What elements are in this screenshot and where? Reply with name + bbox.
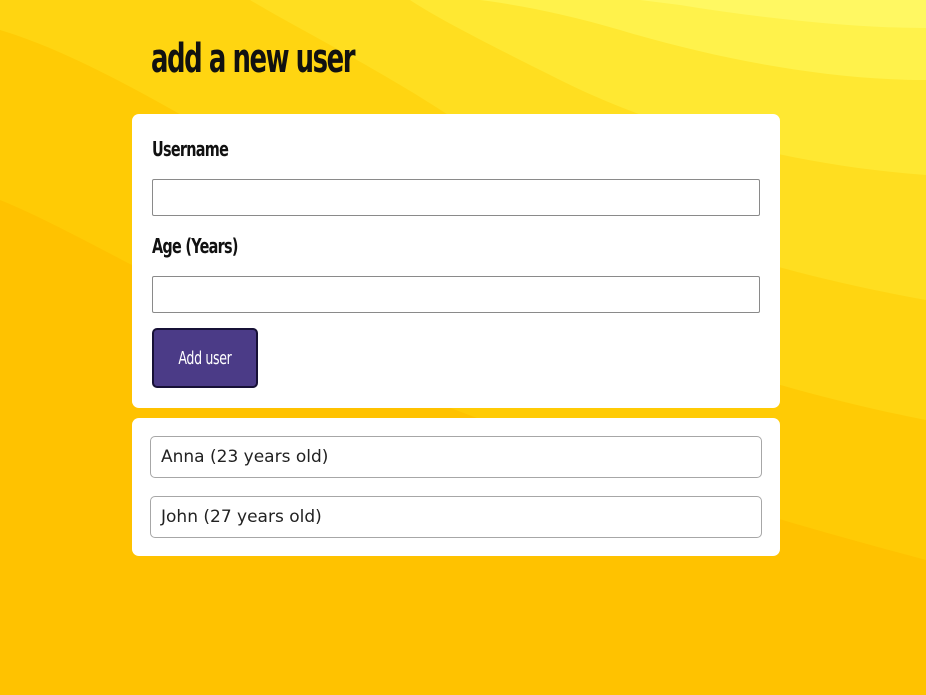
username-label: Username [152, 137, 229, 161]
user-list-card: Anna (23 years old) John (27 years old) [132, 418, 780, 556]
user-list-item[interactable]: Anna (23 years old) [150, 436, 762, 478]
page-title: add a new user [151, 36, 356, 82]
username-input[interactable] [152, 179, 760, 216]
add-user-button-label: Add user [178, 347, 232, 369]
add-user-form: Username Age (Years) Add user [132, 114, 780, 408]
user-list-item[interactable]: John (27 years old) [150, 496, 762, 538]
age-label: Age (Years) [152, 234, 238, 258]
age-input[interactable] [152, 276, 760, 313]
add-user-button[interactable]: Add user [152, 328, 258, 388]
